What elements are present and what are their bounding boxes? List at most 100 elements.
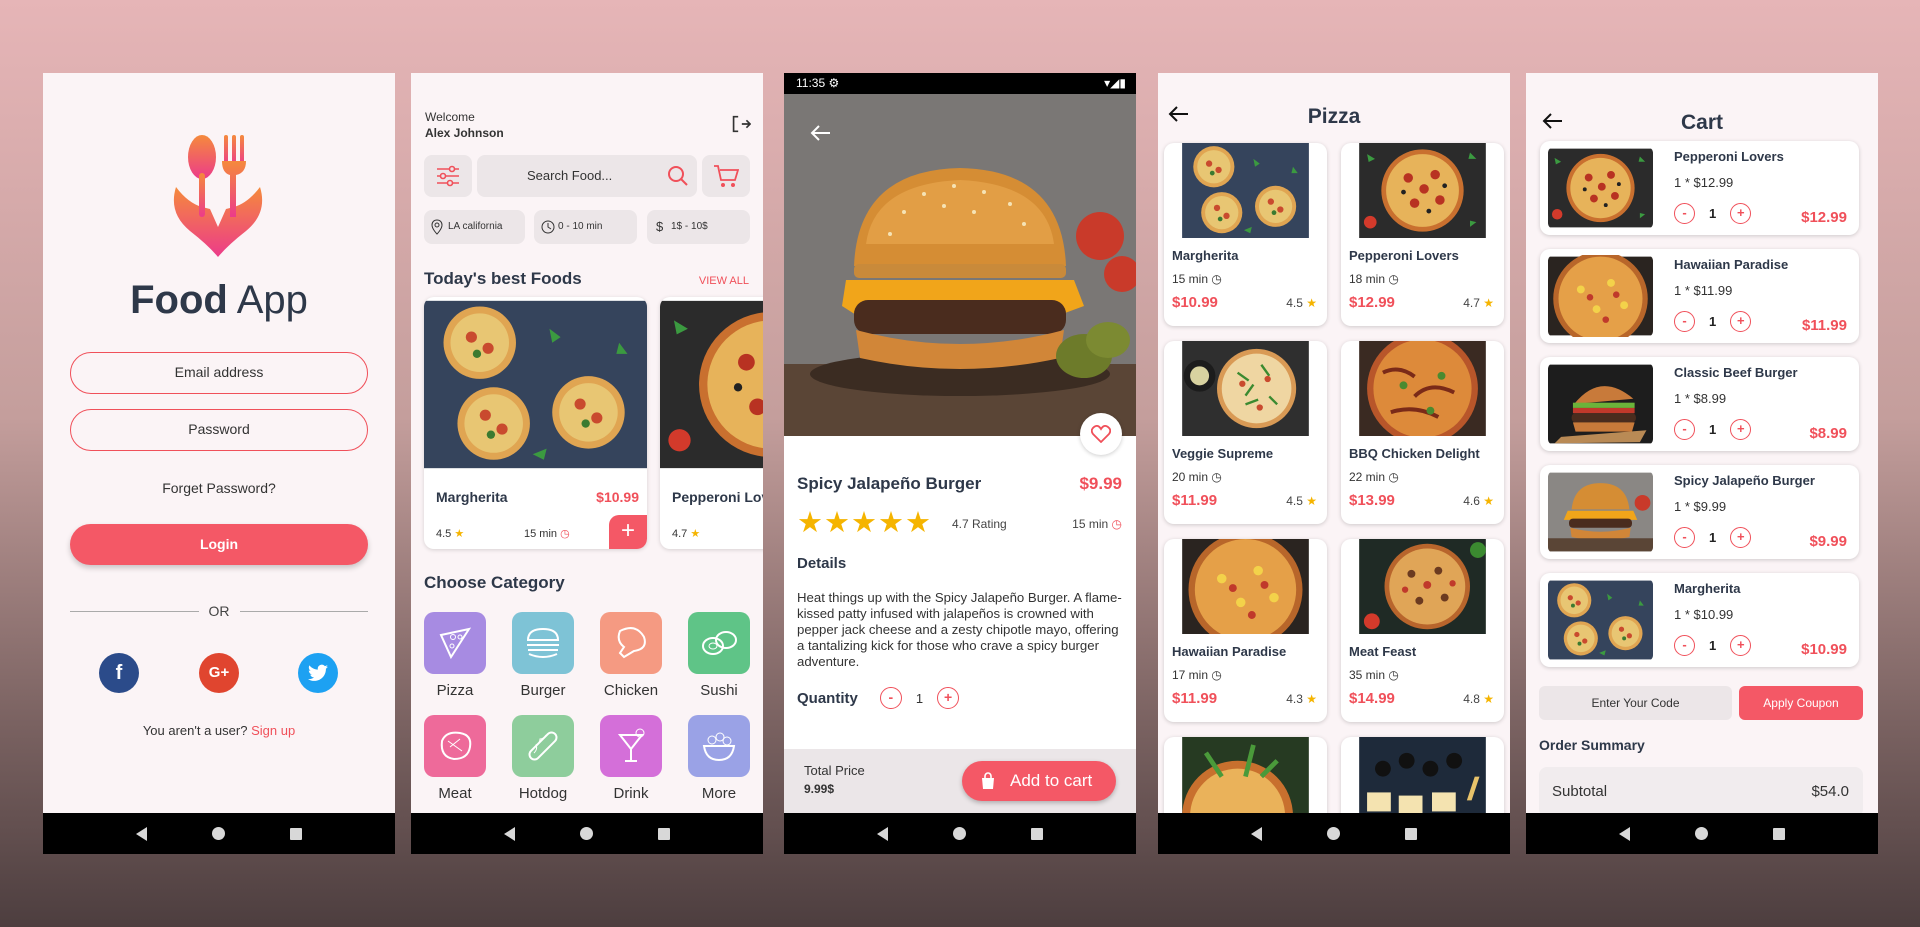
home-screen: Welcome Alex Johnson Search Food... LA ca… (411, 73, 763, 854)
item-name: Margherita (1674, 581, 1741, 596)
increment-button[interactable]: + (937, 687, 960, 709)
favorite-button[interactable] (1080, 413, 1122, 455)
nav-home-icon[interactable] (1326, 827, 1340, 840)
nav-home-icon[interactable] (211, 827, 225, 840)
cart-button[interactable] (702, 155, 750, 197)
increment-button[interactable]: + (1730, 419, 1752, 440)
filter-button[interactable] (424, 155, 472, 197)
decrement-button[interactable]: - (1674, 527, 1695, 548)
decrement-button[interactable]: - (1674, 311, 1695, 332)
decrement-button[interactable]: - (1674, 419, 1695, 440)
pizza-card[interactable]: Hawaiian Paradise 17 min ◷ $11.99 4.3 ★ (1164, 539, 1327, 722)
category-pizza[interactable]: Pizza (424, 612, 486, 699)
category-hotdog[interactable]: Hotdog (512, 715, 574, 802)
add-button[interactable]: + (609, 515, 647, 549)
prep-time: 15 min ◷ (1072, 517, 1122, 531)
subtotal-label: Subtotal (1552, 783, 1608, 800)
pizza-image (1164, 341, 1327, 436)
nav-back-icon[interactable] (503, 826, 515, 841)
nav-recents-icon[interactable] (658, 827, 671, 840)
android-nav-bar (784, 813, 1136, 854)
pizza-card[interactable]: Veggie Supreme 20 min ◷ $11.99 4.5 ★ (1164, 341, 1327, 524)
clock-icon: ◷ (1388, 272, 1399, 286)
category-burger[interactable]: Burger (512, 612, 574, 699)
android-nav-bar (1158, 813, 1510, 854)
password-field[interactable]: Password (70, 409, 368, 451)
star-icon: ★ (1483, 296, 1494, 310)
nav-home-icon[interactable] (579, 827, 593, 840)
email-field[interactable]: Email address (70, 352, 368, 394)
item-unit-price: 1 * $9.99 (1674, 499, 1727, 514)
signup-link[interactable]: Sign up (251, 723, 295, 738)
category-drink[interactable]: Drink (600, 715, 662, 802)
pizza-card[interactable]: Margherita 15 min ◷ $10.99 4.5 ★ (1164, 143, 1327, 326)
facebook-icon[interactable]: f (99, 653, 139, 693)
nav-back-icon[interactable] (1618, 826, 1630, 841)
android-nav-bar (411, 813, 763, 854)
nav-home-icon[interactable] (952, 827, 966, 840)
increment-button[interactable]: + (1730, 635, 1752, 656)
quantity-stepper: -1 + (1674, 419, 1752, 440)
coupon-code-input[interactable]: Enter Your Code (1539, 686, 1732, 720)
nav-recents-icon[interactable] (1773, 827, 1786, 840)
location-chip[interactable]: LA california (424, 210, 525, 244)
star-icon: ★ (1306, 692, 1317, 706)
item-unit-price: 1 * $10.99 (1674, 607, 1734, 622)
google-plus-icon[interactable]: G+ (199, 653, 239, 693)
search-input[interactable]: Search Food... (477, 155, 697, 197)
category-meat[interactable]: Meat (424, 715, 486, 802)
login-button[interactable]: Login (70, 524, 368, 565)
apply-coupon-button[interactable]: Apply Coupon (1739, 686, 1863, 720)
forgot-password-link[interactable]: Forget Password? (43, 480, 395, 496)
best-food-card[interactable]: Margherita $10.99 4.5 ★ 15 min ◷ + (424, 297, 647, 549)
order-summary-heading: Order Summary (1539, 737, 1645, 753)
twitter-icon[interactable] (298, 653, 338, 693)
clock-icon: ◷ (1111, 517, 1122, 531)
increment-button[interactable]: + (1730, 527, 1752, 548)
nav-recents-icon[interactable] (1405, 827, 1418, 840)
cart-item: Classic Beef Burger 1 * $8.99 -1 + $8.99 (1540, 357, 1859, 451)
details-heading: Details (797, 555, 847, 572)
item-name: Classic Beef Burger (1674, 365, 1798, 380)
category-sushi[interactable]: Sushi (688, 612, 750, 699)
search-icon[interactable] (667, 165, 689, 187)
increment-button[interactable]: + (1730, 311, 1752, 332)
price-chip[interactable]: $ 1$ - 10$ (647, 210, 750, 244)
food-price: $10.99 (596, 489, 639, 505)
cart-icon (714, 165, 740, 187)
add-to-cart-button[interactable]: Add to cart (962, 761, 1116, 801)
detail-screen: 11:35 ⚙ ▾◢▮ Spicy Jalapeño Burger $9.99 … (784, 73, 1136, 854)
dollar-icon: $ (656, 219, 664, 234)
category-more[interactable]: More (688, 715, 750, 802)
nav-home-icon[interactable] (1694, 827, 1708, 840)
clock-icon: ◷ (1211, 668, 1222, 682)
page-title: Cart (1680, 111, 1723, 134)
nav-recents-icon[interactable] (290, 827, 303, 840)
back-arrow-icon[interactable] (810, 122, 832, 144)
clock-icon: ◷ (1388, 668, 1399, 682)
pizza-card[interactable]: BBQ Chicken Delight 22 min ◷ $13.99 4.6 … (1341, 341, 1504, 524)
logout-icon[interactable] (729, 113, 751, 135)
nav-back-icon[interactable] (1250, 826, 1262, 841)
signup-prompt: You aren't a user? Sign up (142, 723, 296, 738)
quantity-value: 1 (915, 690, 924, 706)
view-all-link[interactable]: VIEW ALL (699, 275, 749, 287)
time-chip[interactable]: 0 - 10 min (534, 210, 637, 244)
nav-back-icon[interactable] (135, 826, 147, 841)
category-chicken[interactable]: Chicken (600, 612, 662, 699)
nav-back-icon[interactable] (876, 826, 888, 841)
sushi-icon (702, 631, 737, 655)
pizza-card[interactable]: Meat Feast 35 min ◷ $14.99 4.8 ★ (1341, 539, 1504, 722)
decrement-button[interactable]: - (1674, 635, 1695, 656)
item-image (1548, 255, 1653, 337)
decrement-button[interactable]: - (1674, 203, 1695, 224)
increment-button[interactable]: + (1730, 203, 1752, 224)
or-divider: OR (70, 603, 368, 619)
best-food-card[interactable]: Pepperoni Lovers 4.7 ★ (660, 297, 763, 549)
item-total: $9.99 (1809, 533, 1847, 550)
food-rating: 4.5 ★ (436, 528, 465, 540)
pizza-card[interactable]: Pepperoni Lovers 18 min ◷ $12.99 4.7 ★ (1341, 143, 1504, 326)
nav-recents-icon[interactable] (1031, 827, 1044, 840)
total-value: 9.99$ (804, 782, 835, 796)
decrement-button[interactable]: - (879, 687, 902, 709)
